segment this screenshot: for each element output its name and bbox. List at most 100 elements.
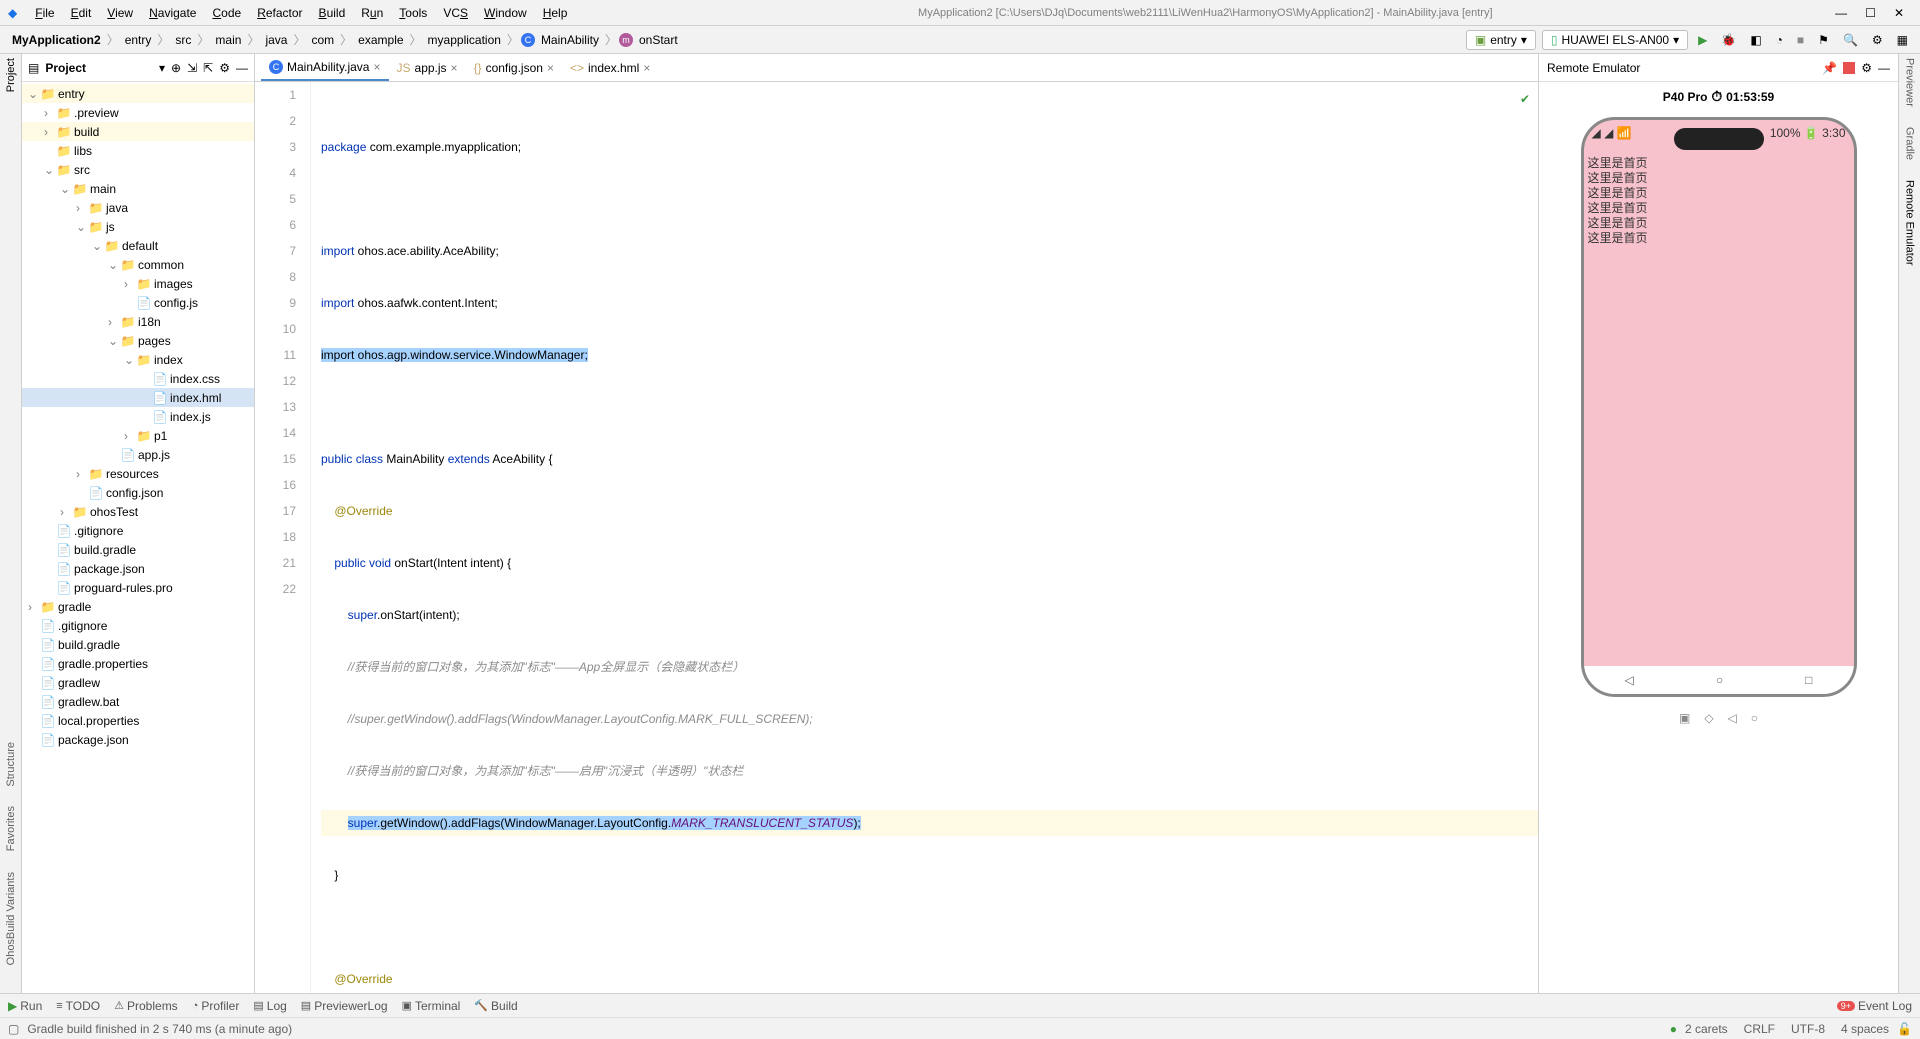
close-tab-icon[interactable]: × [451, 61, 458, 75]
project-structure-button[interactable]: ▦ [1893, 31, 1912, 49]
tree-node[interactable]: ⌄📁entry [22, 84, 254, 103]
code-area[interactable]: ✔ package com.example.myapplication; imp… [311, 82, 1538, 993]
run-config-dropdown[interactable]: ▣entry▾ [1466, 30, 1536, 50]
project-panel-title[interactable]: Project [45, 61, 153, 75]
tool-previewer-log[interactable]: ▤ PreviewerLog [301, 999, 388, 1013]
tool-gradle[interactable]: Gradle [1904, 127, 1916, 160]
tree-node[interactable]: 📄proguard-rules.pro [22, 578, 254, 597]
status-lock-icon[interactable]: 🔓 [1897, 1022, 1912, 1036]
menu-view[interactable]: View [99, 6, 141, 20]
status-indent[interactable]: 4 spaces [1833, 1022, 1897, 1036]
run-button[interactable]: ▶ [1694, 31, 1711, 49]
tree-node[interactable]: 📄gradlew.bat [22, 692, 254, 711]
emulator-hide-icon[interactable]: — [1878, 61, 1890, 75]
device-dropdown[interactable]: ▯HUAWEI ELS-AN00▾ [1542, 30, 1688, 50]
crumb-onstart[interactable]: onStart [635, 33, 682, 47]
tree-node[interactable]: ›📁java [22, 198, 254, 217]
stop-button[interactable]: ■ [1793, 31, 1808, 49]
tree-node[interactable]: 📄package.json [22, 559, 254, 578]
project-tree[interactable]: ⌄📁entry›📁.preview›📁build📁libs⌄📁src⌄📁main… [22, 82, 254, 993]
close-button[interactable]: ✕ [1894, 6, 1904, 20]
tree-node[interactable]: 📄.gitignore [22, 521, 254, 540]
crumb-entry[interactable]: entry [121, 33, 156, 47]
project-hide-icon[interactable]: — [236, 61, 248, 75]
tree-node[interactable]: 📄gradlew [22, 673, 254, 692]
crumb-com[interactable]: com [307, 33, 338, 47]
tree-node[interactable]: ›📁p1 [22, 426, 254, 445]
tree-node[interactable]: ⌄📁default [22, 236, 254, 255]
tool-run[interactable]: ▶Run [8, 999, 42, 1013]
emulator-settings-icon[interactable]: ⚙ [1861, 61, 1872, 75]
project-settings-icon[interactable]: ⚙ [219, 61, 230, 75]
crumb-mainability[interactable]: MainAbility [537, 33, 603, 47]
emulator-stop-button[interactable] [1843, 62, 1855, 74]
status-carets[interactable]: 2 carets [1677, 1022, 1736, 1036]
crumb-java[interactable]: java [261, 33, 291, 47]
tree-node[interactable]: ›📁build [22, 122, 254, 141]
tool-structure[interactable]: Structure [5, 742, 17, 787]
editor-tab[interactable]: <>index.hml× [562, 55, 658, 81]
tree-node[interactable]: ›📁images [22, 274, 254, 293]
menu-vcs[interactable]: VCS [435, 6, 476, 20]
phone-back-button[interactable]: ◁ [1625, 673, 1634, 687]
crumb-src[interactable]: src [171, 33, 195, 47]
coverage-button[interactable]: ◧ [1746, 31, 1765, 49]
tree-node[interactable]: ⌄📁main [22, 179, 254, 198]
emulator-pin-icon[interactable]: 📌 [1822, 61, 1837, 75]
crumb-project[interactable]: MyApplication2 [8, 33, 105, 47]
menu-refactor[interactable]: Refactor [249, 6, 310, 20]
tool-log[interactable]: ▤ Log [253, 999, 286, 1013]
tree-node[interactable]: ›📁ohosTest [22, 502, 254, 521]
tree-node[interactable]: ⌄📁common [22, 255, 254, 274]
tree-node[interactable]: 📄gradle.properties [22, 654, 254, 673]
tree-node[interactable]: ›📁.preview [22, 103, 254, 122]
emu-home-icon[interactable]: ○ [1751, 711, 1758, 725]
tool-remote-emulator[interactable]: Remote Emulator [1904, 180, 1916, 266]
tree-node[interactable]: 📁libs [22, 141, 254, 160]
tree-node[interactable]: 📄config.js [22, 293, 254, 312]
tree-node[interactable]: 📄local.properties [22, 711, 254, 730]
menu-help[interactable]: Help [535, 6, 576, 20]
debug-button[interactable]: 🐞 [1717, 31, 1740, 49]
tree-node[interactable]: 📄package.json [22, 730, 254, 749]
tree-node[interactable]: 📄index.css [22, 369, 254, 388]
tree-node[interactable]: 📄.gitignore [22, 616, 254, 635]
tree-node[interactable]: 📄index.hml [22, 388, 254, 407]
editor-tab[interactable]: {}config.json× [466, 55, 562, 81]
emu-back-icon[interactable]: ◁ [1728, 711, 1737, 725]
tool-terminal[interactable]: ▣ Terminal [402, 999, 461, 1013]
close-tab-icon[interactable]: × [643, 61, 650, 75]
minimize-button[interactable]: — [1835, 6, 1847, 20]
tool-favorites[interactable]: Favorites [5, 806, 17, 851]
menu-tools[interactable]: Tools [391, 6, 435, 20]
tool-project[interactable]: Project [5, 58, 17, 92]
event-log-button[interactable]: 9+ Event Log [1837, 999, 1912, 1013]
tool-previewer[interactable]: Previewer [1904, 58, 1916, 107]
menu-navigate[interactable]: Navigate [141, 6, 204, 20]
close-tab-icon[interactable]: × [547, 61, 554, 75]
settings-button[interactable]: ⚙ [1868, 31, 1887, 49]
crumb-example[interactable]: example [354, 33, 407, 47]
menu-edit[interactable]: Edit [63, 6, 100, 20]
status-line-ending[interactable]: CRLF [1736, 1022, 1783, 1036]
tree-node[interactable]: ⌄📁src [22, 160, 254, 179]
tree-node[interactable]: ⌄📁index [22, 350, 254, 369]
tree-node[interactable]: 📄build.gradle [22, 540, 254, 559]
tool-build[interactable]: 🔨 Build [474, 999, 517, 1013]
menu-run[interactable]: Run [353, 6, 391, 20]
project-locate-icon[interactable]: ⊕ [171, 61, 181, 75]
project-collapse-icon[interactable]: ⇱ [203, 61, 213, 75]
emu-screenshot-icon[interactable]: ▣ [1679, 711, 1690, 725]
menu-build[interactable]: Build [311, 6, 354, 20]
tree-node[interactable]: 📄build.gradle [22, 635, 254, 654]
emu-rotate-icon[interactable]: ◇ [1704, 711, 1713, 725]
tool-todo[interactable]: ≡ TODO [56, 999, 100, 1013]
status-square-icon[interactable]: ▢ [8, 1022, 19, 1036]
menu-window[interactable]: Window [476, 6, 535, 20]
close-tab-icon[interactable]: × [373, 60, 380, 74]
crumb-myapplication[interactable]: myapplication [424, 33, 505, 47]
editor-tab[interactable]: CMainAbility.java× [261, 55, 389, 81]
tree-node[interactable]: ⌄📁js [22, 217, 254, 236]
menu-code[interactable]: Code [204, 6, 249, 20]
project-expand-icon[interactable]: ⇲ [187, 61, 197, 75]
